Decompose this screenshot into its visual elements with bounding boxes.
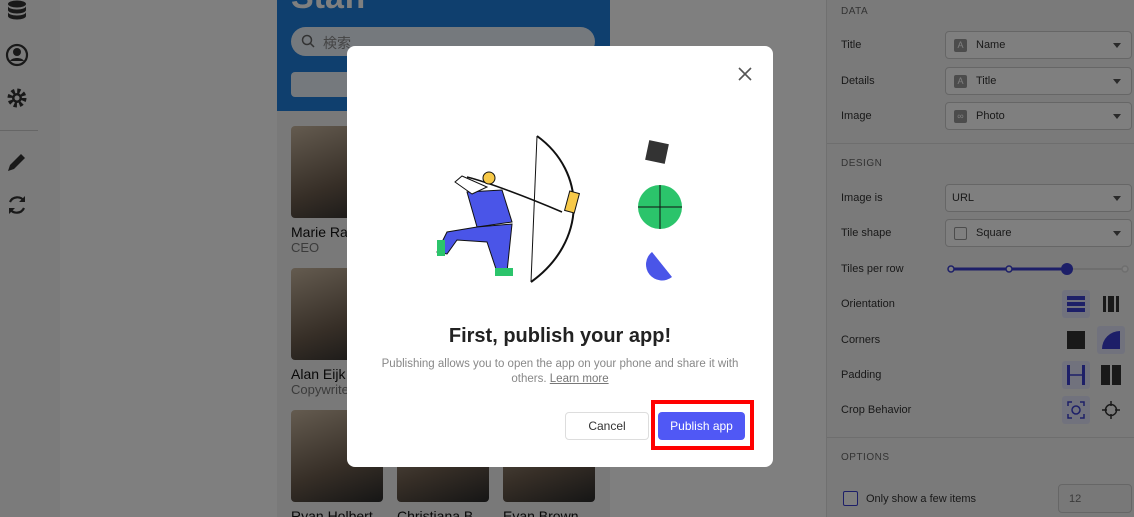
highlight-box <box>651 400 754 450</box>
dialog-description: Publishing allows you to open the app on… <box>377 357 743 387</box>
cancel-button[interactable]: Cancel <box>565 412 649 440</box>
learn-more-link[interactable]: Learn more <box>550 373 609 385</box>
close-icon[interactable] <box>738 67 752 81</box>
dialog-title: First, publish your app! <box>448 325 672 347</box>
archer-illustration <box>436 135 682 283</box>
